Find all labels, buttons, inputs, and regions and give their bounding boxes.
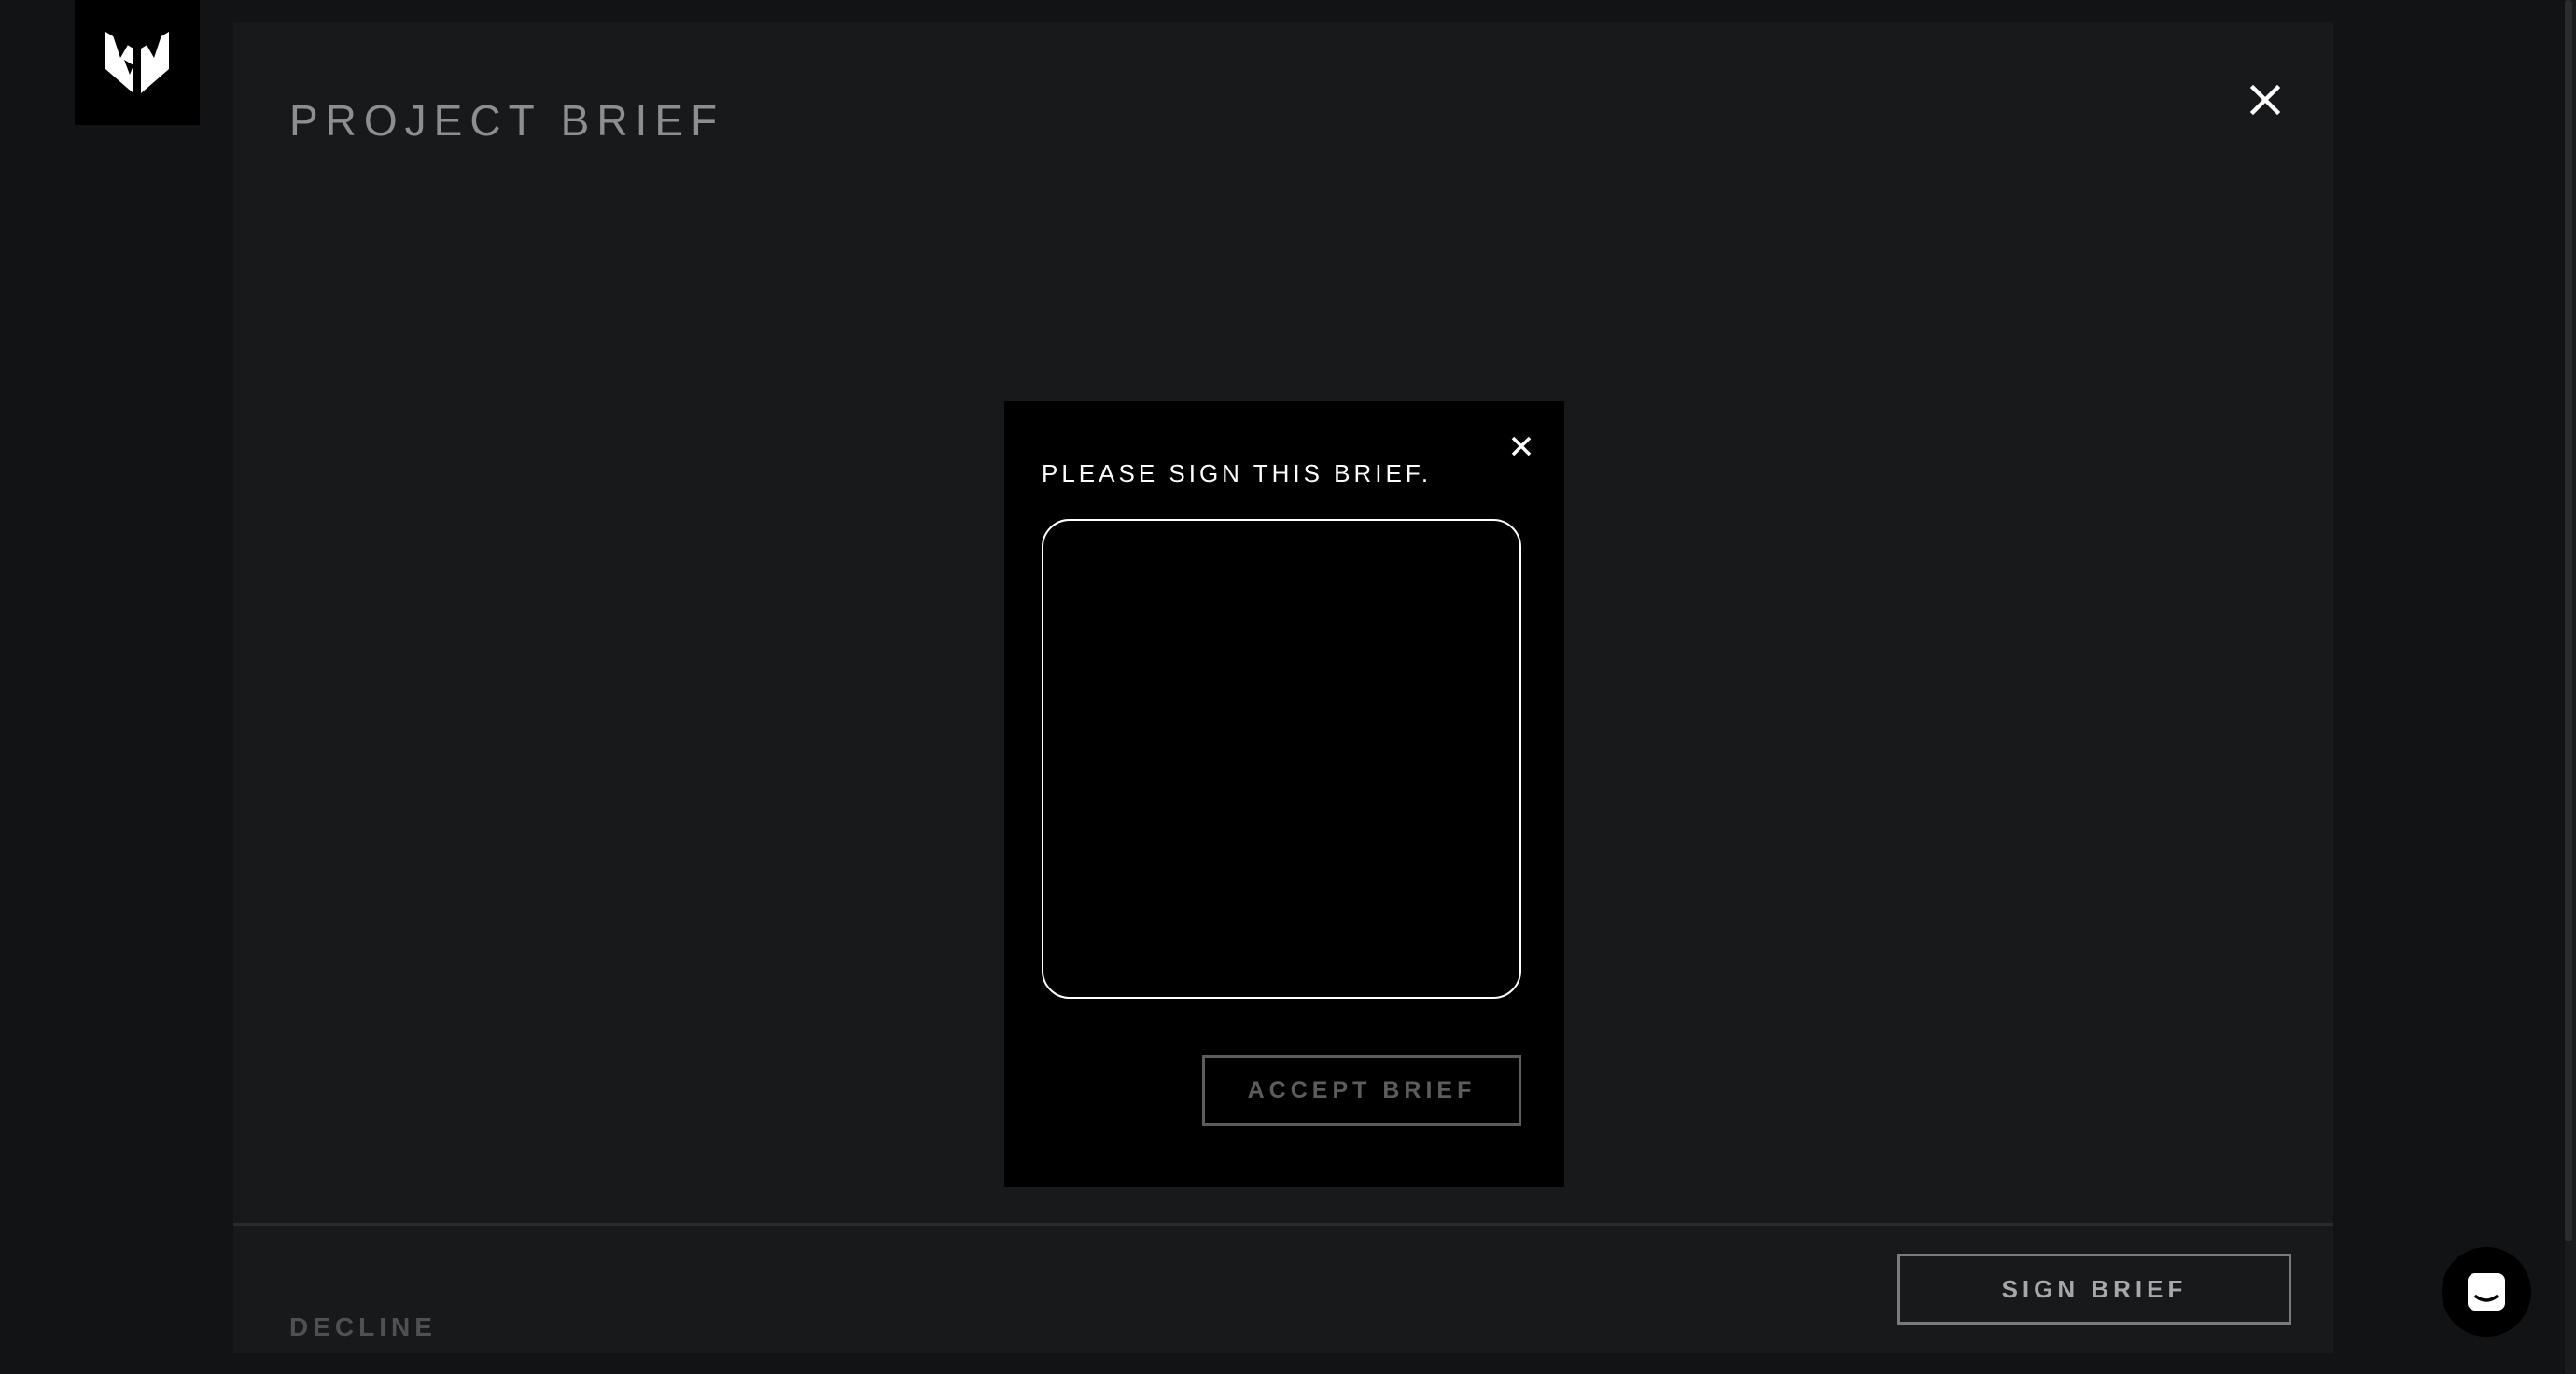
sign-brief-button[interactable]: SIGN BRIEF xyxy=(1897,1254,2291,1325)
modal-close-button[interactable] xyxy=(1503,428,1540,465)
sign-brief-modal: PLEASE SIGN THIS BRIEF. ACCEPT BRIEF xyxy=(1004,401,1564,1187)
decline-button[interactable]: DECLINE xyxy=(289,1312,437,1342)
close-button[interactable] xyxy=(2240,75,2290,125)
modal-heading: PLEASE SIGN THIS BRIEF. xyxy=(1042,459,1433,487)
brand-logo-icon xyxy=(105,32,169,93)
logo-tile[interactable] xyxy=(75,0,200,125)
page-title: PROJECT BRIEF xyxy=(289,96,725,145)
signature-pad[interactable] xyxy=(1042,519,1521,999)
close-icon xyxy=(2249,84,2281,116)
accept-brief-button[interactable]: ACCEPT BRIEF xyxy=(1202,1055,1521,1126)
close-icon xyxy=(1511,436,1532,456)
page: PROJECT BRIEF DECLINE SIGN BRIEF PLEASE … xyxy=(0,0,2576,1374)
panel-footer: DECLINE SIGN BRIEF xyxy=(233,1223,2333,1356)
scrollbar[interactable] xyxy=(2565,0,2576,1374)
scrollbar-thumb[interactable] xyxy=(2565,0,2572,1241)
chat-launcher-button[interactable] xyxy=(2442,1247,2531,1337)
chat-icon xyxy=(2468,1273,2505,1311)
